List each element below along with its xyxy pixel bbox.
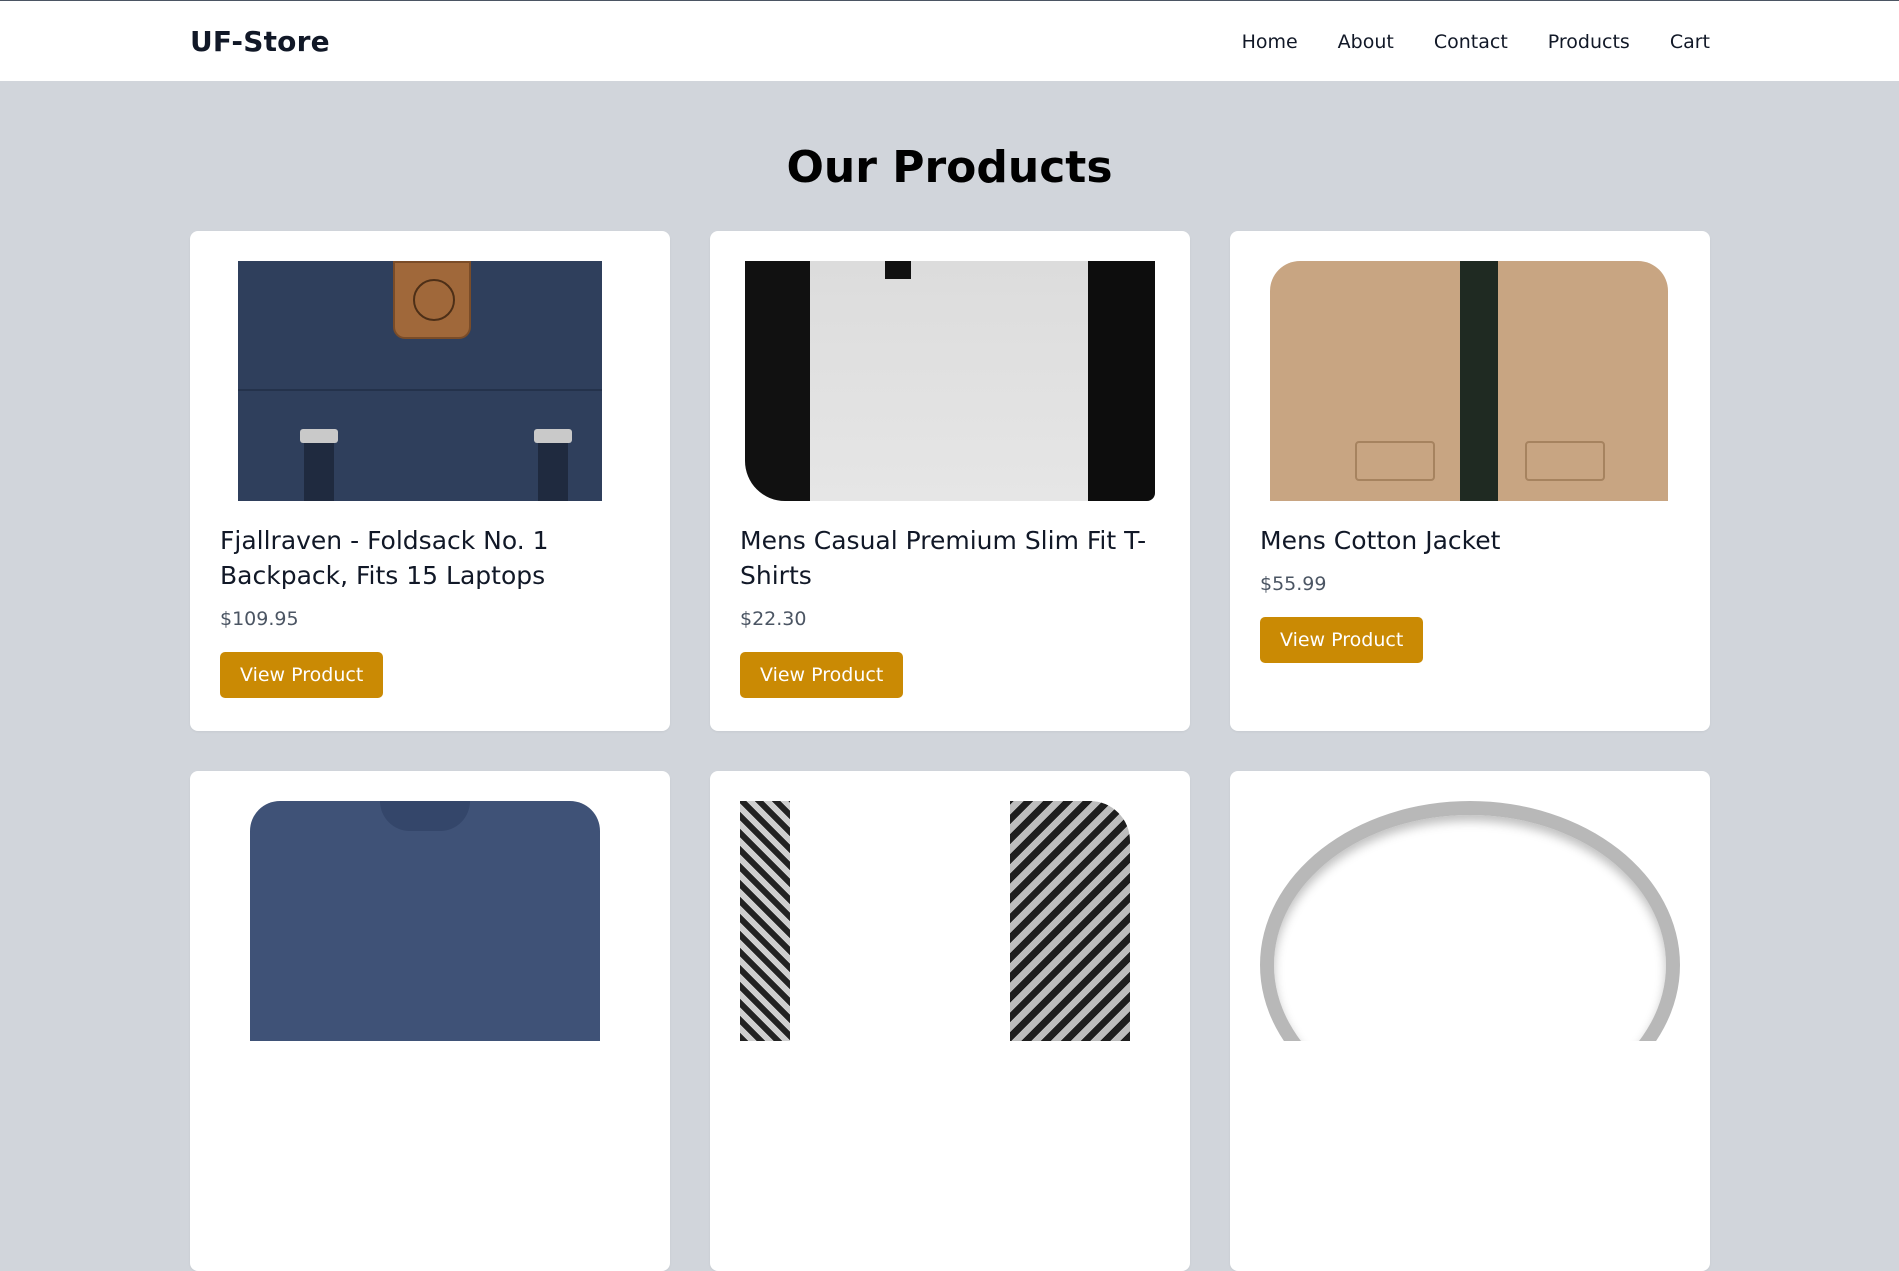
page-title: Our Products (786, 142, 1113, 193)
product-grid: Fjallraven - Foldsack No. 1 Backpack, Fi… (190, 231, 1710, 1271)
product-image-chain-bracelet[interactable] (740, 801, 1160, 1041)
product-price: $55.99 (1260, 573, 1327, 595)
navbar: UF-Store Home About Contact Products Car… (0, 1, 1899, 81)
product-card: Mens Casual Premium Slim Fit T-Shirts $2… (710, 231, 1190, 731)
product-price: $109.95 (220, 608, 299, 630)
nav-link-home[interactable]: Home (1242, 31, 1298, 53)
product-card (190, 771, 670, 1271)
view-product-button[interactable]: View Product (740, 652, 904, 698)
nav-link-contact[interactable]: Contact (1434, 31, 1508, 53)
nav-links: Home About Contact Products Cart (1242, 31, 1710, 53)
product-image-blue-shirt[interactable] (220, 801, 640, 1041)
nav-link-about[interactable]: About (1338, 31, 1394, 53)
fox-logo-icon (393, 261, 471, 339)
brand-logo[interactable]: UF-Store (190, 25, 330, 58)
product-image-backpack[interactable] (220, 261, 640, 501)
nav-link-products[interactable]: Products (1548, 31, 1630, 53)
product-card: Mens Cotton Jacket $55.99 View Product (1230, 231, 1710, 731)
product-card (1230, 771, 1710, 1271)
view-product-button[interactable]: View Product (1260, 617, 1424, 663)
view-product-button[interactable]: View Product (220, 652, 384, 698)
product-image-jacket[interactable] (1260, 261, 1680, 501)
product-image-t-shirt[interactable] (740, 261, 1160, 501)
product-card (710, 771, 1190, 1271)
product-title: Mens Casual Premium Slim Fit T-Shirts (740, 526, 1147, 590)
nav-link-cart[interactable]: Cart (1670, 31, 1710, 53)
product-title: Fjallraven - Foldsack No. 1 Backpack, Fi… (220, 526, 549, 590)
product-title: Mens Cotton Jacket (1260, 526, 1501, 555)
product-image-silver-ring[interactable] (1260, 801, 1680, 1041)
product-price: $22.30 (740, 608, 807, 630)
product-card: Fjallraven - Foldsack No. 1 Backpack, Fi… (190, 231, 670, 731)
